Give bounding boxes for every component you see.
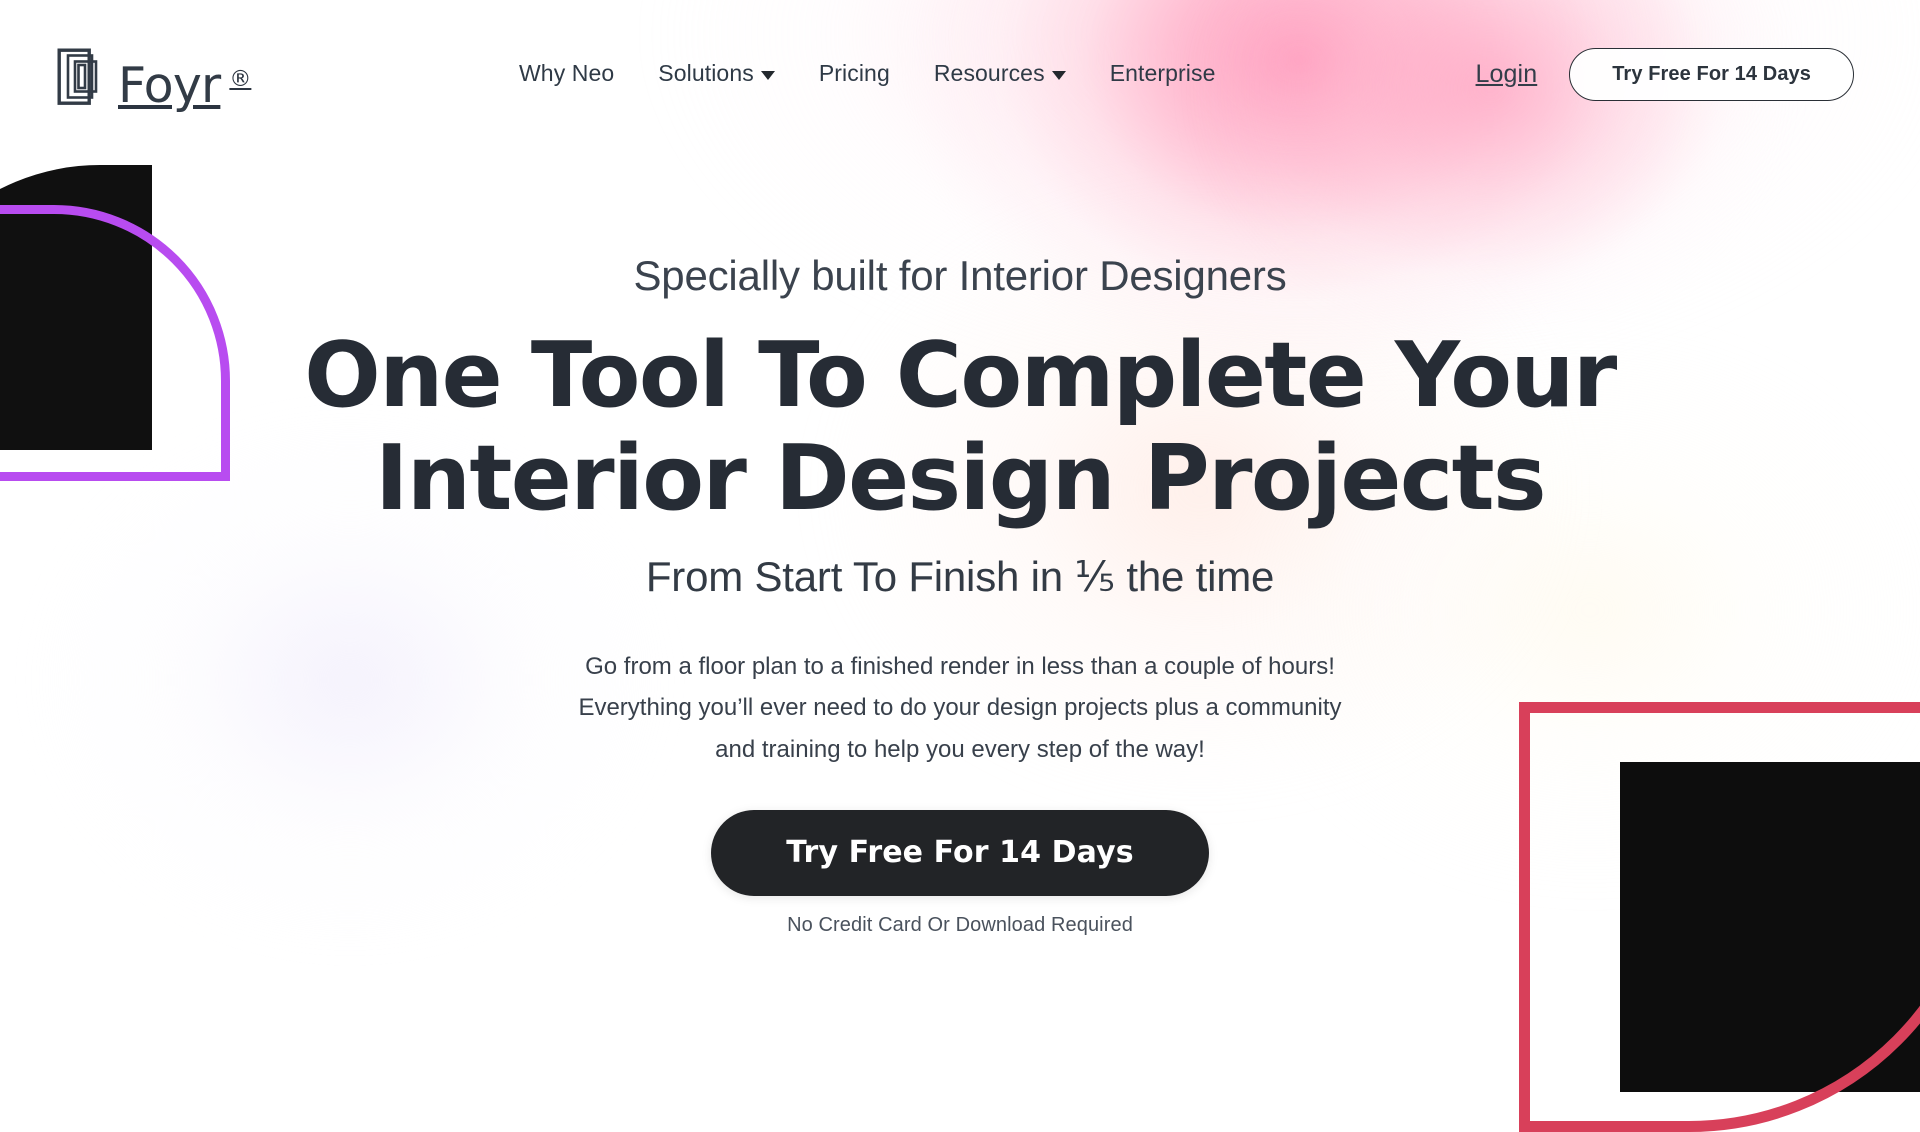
nav-label: Resources <box>933 60 1045 86</box>
main-navigation: Why Neo Solutions Pricing Resources Ente… <box>497 60 1238 87</box>
nav-label: Pricing <box>818 60 890 86</box>
foyr-logo-icon <box>57 48 109 106</box>
nav-item-enterprise[interactable]: Enterprise <box>1088 60 1238 87</box>
nav-label: Solutions <box>658 60 754 86</box>
nav-item-why-neo[interactable]: Why Neo <box>497 60 636 87</box>
chevron-down-icon <box>1051 71 1066 80</box>
hero-title-line-1: One Tool To Complete Your <box>304 323 1617 428</box>
nav-label: Enterprise <box>1109 60 1216 86</box>
login-link[interactable]: Login <box>1464 54 1550 95</box>
hero-title-line-2: Interior Design Projects <box>374 425 1547 531</box>
header-actions: Login Try Free For 14 Days <box>1464 48 1854 101</box>
brand-name: Foyr <box>118 57 221 115</box>
chevron-down-icon <box>760 71 775 80</box>
hero-try-free-button[interactable]: Try Free For 14 Days <box>711 809 1209 896</box>
page-title: One Tool To Complete Your Interior Desig… <box>304 323 1617 531</box>
nav-item-pricing[interactable]: Pricing <box>797 60 912 87</box>
brand-logo[interactable]: Foyr ® <box>57 48 252 110</box>
hero-cta-note: No Credit Card Or Download Required <box>787 913 1133 936</box>
nav-item-solutions[interactable]: Solutions <box>636 60 797 87</box>
nav-label: Why Neo <box>519 60 615 86</box>
nav-item-resources[interactable]: Resources <box>912 60 1088 87</box>
hero-description: Go from a floor plan to a finished rende… <box>578 653 1342 763</box>
hero-subtitle: From Start To Finish in ⅕ the time <box>645 553 1275 601</box>
hero-eyebrow: Specially built for Interior Designers <box>633 252 1287 299</box>
site-header: Foyr ® Why Neo Solutions Pricing Resourc… <box>0 0 1920 138</box>
header-try-free-button[interactable]: Try Free For 14 Days <box>1569 48 1854 101</box>
registered-mark: ® <box>229 67 252 92</box>
